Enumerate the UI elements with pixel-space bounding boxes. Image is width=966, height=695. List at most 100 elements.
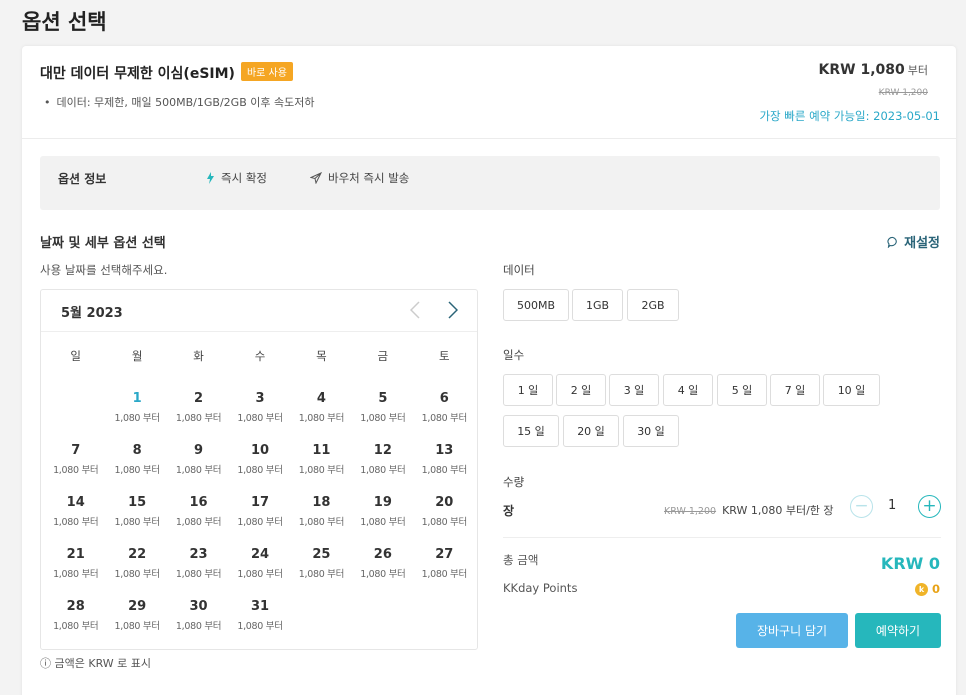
- calendar-day[interactable]: 30 1,080 부터: [168, 598, 229, 650]
- day-number: 19: [373, 495, 392, 510]
- calendar-day[interactable]: 23 1,080 부터: [168, 546, 229, 598]
- day-price: 1,080 부터: [237, 413, 283, 424]
- calendar-day[interactable]: 24 1,080 부터: [229, 546, 290, 598]
- day-number: 8: [132, 443, 142, 458]
- calendar-days: 1 1,080 부터 2 1,080 부터 3 1,080 부터 4 1,080 부터 5 1,0…: [45, 390, 475, 650]
- price-value: KRW 1,080: [818, 62, 905, 78]
- product-price: KRW 1,080 부터: [819, 62, 928, 78]
- day-number: 27: [435, 547, 454, 562]
- day-price: 1,080 부터: [360, 569, 406, 580]
- weekday-row: 일월화수목금토: [45, 348, 475, 364]
- calendar-day[interactable]: 12 1,080 부터: [352, 442, 413, 494]
- calendar-day[interactable]: 1 1,080 부터: [106, 390, 167, 442]
- calendar-empty-cell: [45, 390, 106, 442]
- calendar-day[interactable]: 7 1,080 부터: [45, 442, 106, 494]
- quantity-unit-price: KRW 1,080 부터/한 장: [722, 504, 834, 517]
- weekday-label: 월: [131, 349, 143, 363]
- day-price: 1,080 부터: [53, 465, 99, 476]
- minus-icon: −: [854, 496, 869, 516]
- days-option-button[interactable]: 2 일: [556, 374, 606, 406]
- calendar-day[interactable]: 10 1,080 부터: [229, 442, 290, 494]
- decrease-quantity-button[interactable]: −: [850, 495, 873, 518]
- total-label: 총 금액: [503, 553, 539, 567]
- reset-button[interactable]: 재설정: [887, 232, 940, 251]
- quantity-unit: 장: [503, 504, 515, 518]
- calendar-day[interactable]: 14 1,080 부터: [45, 494, 106, 546]
- day-number: 11: [312, 443, 331, 458]
- day-price: 1,080 부터: [175, 465, 222, 476]
- data-option-button[interactable]: 2GB: [627, 289, 679, 321]
- days-option-button[interactable]: 4 일: [663, 374, 713, 406]
- option-info-bar: 옵션 정보 즉시 확정 바우처 즉시 발송: [40, 156, 940, 210]
- date-hint: 사용 날짜를 선택해주세요.: [40, 263, 168, 277]
- day-price: 1,080 부터: [298, 517, 345, 528]
- add-to-cart-button[interactable]: 장바구니 담기: [736, 613, 848, 648]
- days-option-button[interactable]: 10 일: [823, 374, 880, 406]
- calendar-day[interactable]: 13 1,080 부터: [414, 442, 475, 494]
- prev-month-button[interactable]: [403, 298, 427, 322]
- calendar-day[interactable]: 11 1,080 부터: [291, 442, 352, 494]
- day-number: 22: [128, 547, 147, 562]
- calendar: 5월 2023 일 월 화 수 목 금 토 1 1,080 부터 2 1,080 부터 3 1,080…: [40, 289, 478, 650]
- day-number: 30: [189, 599, 208, 614]
- option-info-label: 옵션 정보: [58, 172, 107, 186]
- day-price: 1,080 부터: [421, 413, 468, 424]
- total-value: KRW 0: [880, 554, 940, 573]
- data-option-button[interactable]: 500MB: [503, 289, 569, 321]
- day-price: 1,080 부터: [360, 465, 406, 476]
- day-number: 14: [66, 495, 85, 510]
- currency-note: ⓘ 금액은 KRW 로 표시: [40, 657, 151, 670]
- day-number: 4: [316, 391, 326, 406]
- calendar-day[interactable]: 8 1,080 부터: [106, 442, 167, 494]
- calendar-day[interactable]: 19 1,080 부터: [352, 494, 413, 546]
- calendar-day[interactable]: 29 1,080 부터: [106, 598, 167, 650]
- calendar-day[interactable]: 20 1,080 부터: [414, 494, 475, 546]
- days-option-button[interactable]: 20 일: [563, 415, 619, 447]
- calendar-day[interactable]: 31 1,080 부터: [229, 598, 290, 650]
- days-option-button[interactable]: 1 일: [503, 374, 553, 406]
- divider: [22, 138, 956, 139]
- day-price: 1,080 부터: [298, 413, 345, 424]
- original-price: KRW 1,200: [878, 88, 928, 98]
- calendar-day[interactable]: 4 1,080 부터: [291, 390, 352, 442]
- data-option-button[interactable]: 1GB: [572, 289, 623, 321]
- day-price: 1,080 부터: [421, 517, 468, 528]
- bullet-icon: •: [44, 96, 51, 109]
- calendar-day[interactable]: 15 1,080 부터: [106, 494, 167, 546]
- calendar-day[interactable]: 18 1,080 부터: [291, 494, 352, 546]
- calendar-day[interactable]: 9 1,080 부터: [168, 442, 229, 494]
- days-option-button[interactable]: 5 일: [717, 374, 767, 406]
- calendar-day[interactable]: 21 1,080 부터: [45, 546, 106, 598]
- days-option-button[interactable]: 7 일: [770, 374, 820, 406]
- calendar-day[interactable]: 6 1,080 부터: [414, 390, 475, 442]
- points-number: 0: [931, 582, 940, 596]
- book-button[interactable]: 예약하기: [855, 613, 941, 648]
- calendar-day[interactable]: 26 1,080 부터: [352, 546, 413, 598]
- send-icon: [310, 172, 322, 184]
- increase-quantity-button[interactable]: +: [918, 495, 941, 518]
- calendar-day[interactable]: 2 1,080 부터: [168, 390, 229, 442]
- day-number: 6: [439, 391, 449, 406]
- days-option-button[interactable]: 15 일: [503, 415, 559, 447]
- day-price: 1,080 부터: [421, 569, 468, 580]
- calendar-day[interactable]: 25 1,080 부터: [291, 546, 352, 598]
- calendar-day[interactable]: 22 1,080 부터: [106, 546, 167, 598]
- quantity-label: 수량: [503, 475, 525, 489]
- quantity-value: 1: [888, 498, 897, 513]
- days-option-button[interactable]: 3 일: [609, 374, 659, 406]
- calendar-day[interactable]: 5 1,080 부터: [352, 390, 413, 442]
- days-label: 일수: [503, 348, 525, 362]
- calendar-day[interactable]: 27 1,080 부터: [414, 546, 475, 598]
- calendar-day[interactable]: 28 1,080 부터: [45, 598, 106, 650]
- calendar-day[interactable]: 16 1,080 부터: [168, 494, 229, 546]
- days-option-button[interactable]: 30 일: [623, 415, 679, 447]
- next-month-button[interactable]: [441, 298, 465, 322]
- instant-use-badge: 바로 사용: [240, 62, 293, 81]
- day-number: 23: [189, 547, 208, 562]
- day-number: 28: [66, 599, 85, 614]
- voucher-label: 바우처 즉시 발송: [328, 171, 410, 185]
- day-number: 17: [250, 495, 270, 510]
- day-number: 7: [71, 443, 81, 458]
- calendar-day[interactable]: 17 1,080 부터: [229, 494, 290, 546]
- calendar-day[interactable]: 3 1,080 부터: [229, 390, 290, 442]
